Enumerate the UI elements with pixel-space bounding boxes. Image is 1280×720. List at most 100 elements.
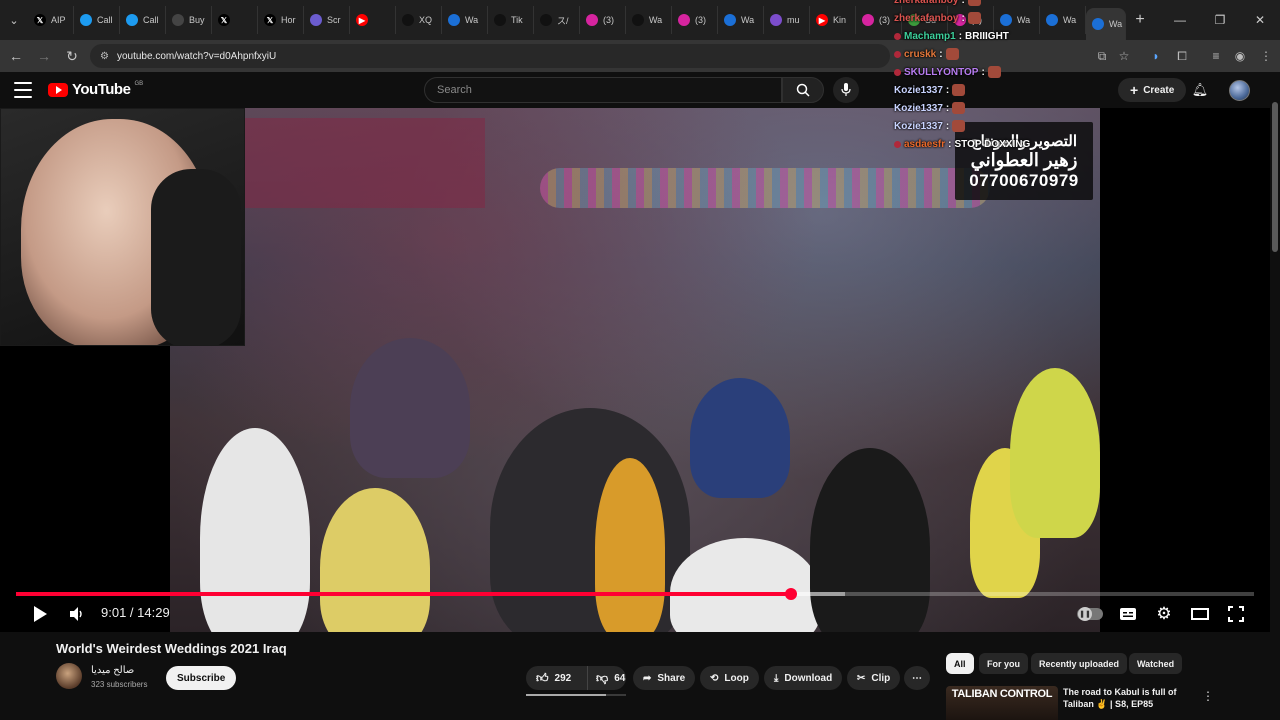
bookmark-star-icon[interactable]: ☆ [1112, 44, 1136, 68]
progress-bar[interactable] [16, 588, 1254, 600]
chat-username: SKULLYONTOP [904, 66, 979, 78]
hamburger-menu-icon[interactable] [14, 82, 32, 98]
share-button[interactable]: ➦ Share [633, 666, 696, 690]
chat-separator: : [961, 0, 965, 6]
close-window-icon[interactable]: ✕ [1240, 0, 1280, 40]
browser-tab[interactable]: Buy [166, 6, 212, 34]
fullscreen-icon [1228, 606, 1244, 622]
notifications-bell-icon[interactable]: 🔔︎ [1190, 80, 1210, 100]
region-code: GB [134, 80, 144, 87]
tab-label: (3) [695, 15, 706, 25]
channel-avatar[interactable] [56, 663, 82, 689]
browser-tab[interactable]: Wa [442, 6, 488, 34]
new-tab-button[interactable]: + [1126, 6, 1154, 34]
create-button[interactable]: + Create [1118, 78, 1187, 102]
fullscreen-button[interactable] [1223, 603, 1249, 625]
chat-message: Machamp1: BRIIIGHT [894, 27, 1094, 45]
youtube-play-logo-icon [48, 82, 68, 97]
browser-tab[interactable]: mu [764, 6, 810, 34]
minimize-icon[interactable]: — [1160, 0, 1200, 40]
browser-tab[interactable]: ▶ Kin [810, 6, 856, 34]
progress-scrubber[interactable] [784, 588, 797, 600]
play-button[interactable] [28, 603, 52, 625]
chat-emote-icon [987, 66, 1001, 78]
chat-badge-icon [894, 32, 901, 40]
browser-tab[interactable]: Scr [304, 6, 350, 34]
chat-badge-icon [894, 68, 901, 76]
chat-emote-icon [967, 0, 981, 6]
tiktok-icon [494, 14, 506, 26]
mute-button[interactable] [66, 603, 88, 625]
browser-tab[interactable]: (3) [672, 6, 718, 34]
chat-username: zherkafanboy [894, 12, 959, 24]
channel-name[interactable]: صالح ميديا [91, 665, 134, 676]
voice-search-button[interactable] [833, 77, 859, 103]
search-input[interactable]: Search [424, 77, 782, 103]
extensions-puzzle-icon[interactable]: ⧠ [1170, 44, 1194, 68]
more-vertical-icon[interactable]: ⋮ [1200, 688, 1216, 704]
recommended-title[interactable]: The road to Kabul is full of Taliban ✌ |… [1063, 686, 1183, 712]
settings-button[interactable]: ⚙ [1151, 603, 1177, 625]
browser-tab[interactable]: ス/ [534, 6, 580, 34]
search-button[interactable] [782, 77, 824, 103]
chip-for-you[interactable]: For you [979, 653, 1028, 674]
scrollbar-thumb[interactable] [1272, 102, 1278, 252]
browser-tab[interactable]: Call [120, 6, 166, 34]
browser-tab[interactable]: 𝕏 AIP [28, 6, 74, 34]
chat-username: zherkafanboy [894, 0, 959, 6]
time-display: 9:01 / 14:29 [101, 605, 170, 620]
loop-button[interactable]: ⟲ Loop [700, 666, 759, 690]
x-icon: 𝕏 [264, 14, 276, 26]
extension-icon[interactable]: ◗ [1144, 44, 1168, 68]
browser-tab[interactable]: (3) [580, 6, 626, 34]
restore-icon[interactable]: ❐ [1200, 0, 1240, 40]
chip-all[interactable]: All [946, 653, 974, 674]
plus-icon: + [1130, 82, 1139, 98]
browser-tab[interactable]: Wa [718, 6, 764, 34]
youtube-logo[interactable]: YouTube GB [48, 81, 143, 98]
browser-tab[interactable]: 𝕏 [212, 6, 258, 34]
tab-search-chevron-icon[interactable]: ⌄ [0, 0, 28, 40]
recommended-thumbnail[interactable]: TALIBAN CONTROL [946, 686, 1058, 720]
like-button[interactable]: 👍︎ 292 [536, 666, 588, 690]
clip-button[interactable]: ✂ Clip [847, 666, 901, 690]
subtitles-button[interactable] [1115, 603, 1141, 625]
browser-tab[interactable]: XQ [396, 6, 442, 34]
subscribe-button[interactable]: Subscribe [166, 666, 237, 690]
dislike-count: 64 [614, 672, 626, 684]
chip-watched[interactable]: Watched [1129, 653, 1183, 674]
chat-emote-icon [952, 120, 966, 132]
youtube-icon: ▶ [816, 14, 828, 26]
more-actions-button[interactable]: ⋯ [904, 666, 930, 690]
page-scrollbar[interactable] [1270, 72, 1280, 720]
browser-tab[interactable]: Wa [626, 6, 672, 34]
youtube-icon: ▶ [356, 14, 368, 26]
autoplay-toggle[interactable]: ❚❚ [1077, 603, 1103, 625]
forward-icon[interactable]: → [32, 44, 56, 68]
browser-tab[interactable]: Tik [488, 6, 534, 34]
account-avatar[interactable] [1229, 80, 1250, 101]
edge-icon [448, 14, 460, 26]
profile-avatar-icon[interactable]: ◉ [1228, 44, 1252, 68]
dislike-button[interactable]: 👎︎ 64 [588, 666, 625, 690]
browser-tab[interactable]: ▶ [350, 6, 396, 34]
tab-label: Buy [189, 15, 205, 25]
media-controls-icon[interactable]: ≡ [1204, 44, 1228, 68]
chat-badge-icon [894, 50, 901, 58]
search-placeholder: Search [437, 84, 472, 96]
share-icon: ➦ [643, 672, 652, 684]
browser-menu-icon[interactable]: ⋮ [1254, 44, 1278, 68]
theater-mode-button[interactable] [1187, 603, 1213, 625]
browser-tab[interactable]: Call [74, 6, 120, 34]
reload-icon[interactable]: ↻ [60, 44, 84, 68]
browser-tab[interactable]: 𝕏 Hor [258, 6, 304, 34]
video-player[interactable]: التصوير والمونتاج زهير العطواني 07700670… [0, 108, 1270, 632]
back-icon[interactable]: ← [4, 44, 28, 68]
site-info-icon[interactable]: ⚙ [100, 51, 109, 62]
url-field[interactable]: ⚙ youtube.com/watch?v=d0AhpnfxyiU [90, 44, 890, 68]
tab-label: Call [97, 15, 113, 25]
download-button[interactable]: ⤓ Download [764, 666, 843, 690]
dancer-figure [595, 458, 665, 632]
chat-message: Kozie1337: [894, 99, 1094, 117]
chip-recently-uploaded[interactable]: Recently uploaded [1031, 653, 1128, 674]
